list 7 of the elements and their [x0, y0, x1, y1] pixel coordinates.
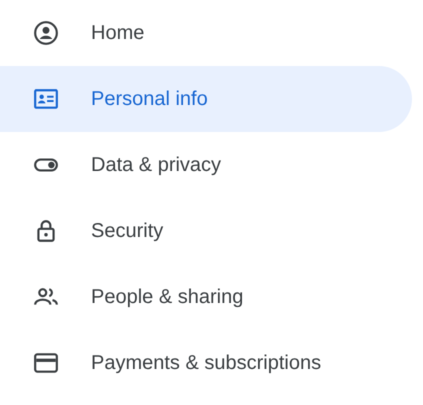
nav-item[interactable]: Payments & subscriptions [0, 330, 412, 396]
nav-item[interactable]: People & sharing [0, 264, 412, 330]
nav-item[interactable]: Security [0, 198, 412, 264]
nav-item[interactable]: Personal info [0, 66, 412, 132]
nav-item[interactable]: Data & privacy [0, 132, 412, 198]
person-circle-icon [33, 20, 59, 46]
nav-item[interactable]: Home [0, 0, 412, 66]
